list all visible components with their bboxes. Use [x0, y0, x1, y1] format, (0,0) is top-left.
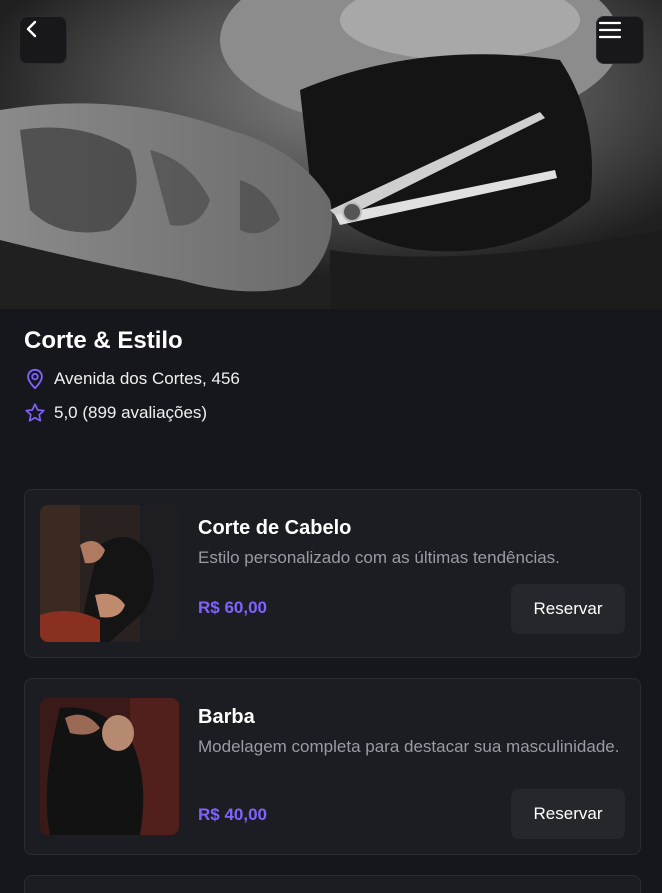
service-name: Barba: [198, 706, 255, 728]
map-pin-icon: [27, 368, 43, 390]
address-row: Avenida dos Cortes, 456: [24, 367, 624, 391]
service-price: R$ 40,00: [198, 805, 267, 824]
chevron-left-icon: [26, 20, 37, 38]
barbershop-name: Corte & Estilo: [24, 327, 183, 354]
barbershop-info: Corte & Estilo Avenida dos Cortes, 456 5…: [24, 326, 624, 425]
menu-button[interactable]: [596, 16, 644, 64]
service-card: Corte de Cabelo Estilo personalizado com…: [24, 489, 641, 658]
service-card: Barba Modelagem completa para destacar s…: [24, 678, 641, 855]
barbershop-page: Corte & Estilo Avenida dos Cortes, 456 5…: [0, 0, 662, 893]
rating-text: 5,0 (899 avaliações): [54, 403, 208, 422]
hamburger-menu-icon: [598, 21, 622, 39]
rating-row: 5,0 (899 avaliações): [24, 401, 624, 425]
service-details: Corte de Cabelo Estilo personalizado com…: [198, 516, 625, 570]
service-image: [40, 698, 179, 835]
star-icon: [25, 403, 45, 422]
service-card: [24, 875, 641, 893]
service-name: Corte de Cabelo: [198, 517, 352, 539]
reserve-button[interactable]: Reservar: [511, 584, 625, 634]
service-description: Modelagem completa para destacar sua mas…: [198, 737, 620, 756]
service-price: R$ 60,00: [198, 598, 267, 617]
hero-image: [0, 0, 662, 309]
back-button[interactable]: [19, 16, 67, 64]
service-description: Estilo personalizado com as últimas tend…: [198, 548, 560, 567]
service-details: Barba Modelagem completa para destacar s…: [198, 705, 625, 759]
address-text: Avenida dos Cortes, 456: [54, 369, 240, 388]
hero-photo-illustration: [0, 0, 662, 309]
service-image: [40, 505, 179, 642]
reserve-button[interactable]: Reservar: [511, 789, 625, 839]
